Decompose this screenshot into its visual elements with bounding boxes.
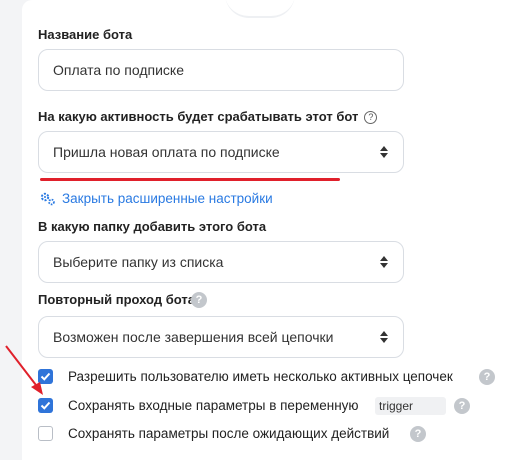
save-params-label: Сохранять входные параметры в переменную xyxy=(68,398,359,413)
bot-name-label: Название бота xyxy=(38,27,133,42)
activity-label-text: На какую активность будет срабатывать эт… xyxy=(38,109,359,124)
multiple-chains-label: Разрешить пользователю иметь несколько а… xyxy=(68,369,453,384)
red-underline-annotation xyxy=(40,178,340,181)
checkmark-icon xyxy=(40,401,51,410)
gears-icon xyxy=(40,192,55,205)
folder-select-placeholder: Выберите папку из списка xyxy=(53,254,224,270)
repeat-select[interactable]: Возможен после завершения всей цепочки xyxy=(38,316,404,358)
bot-name-input[interactable]: Оплата по подписке xyxy=(38,49,404,91)
select-arrows-icon xyxy=(379,256,389,268)
select-arrows-icon xyxy=(379,146,389,158)
help-icon[interactable]: ? xyxy=(454,398,470,414)
red-arrow-annotation xyxy=(5,345,43,395)
save-after-wait-checkbox[interactable] xyxy=(38,426,53,441)
repeat-label: Повторный проход бота xyxy=(38,292,195,307)
activity-label: На какую активность будет срабатывать эт… xyxy=(38,109,378,125)
help-icon[interactable]: ? xyxy=(191,292,207,308)
folder-label: В какую папку добавить этого бота xyxy=(38,219,267,234)
activity-select-value: Пришла новая оплата по подписке xyxy=(53,144,280,160)
close-advanced-settings-link[interactable]: Закрыть расширенные настройки xyxy=(40,191,273,206)
select-arrows-icon xyxy=(379,331,389,343)
help-icon[interactable]: ? xyxy=(479,369,495,385)
repeat-select-value: Возможен после завершения всей цепочки xyxy=(53,329,334,345)
activity-select[interactable]: Пришла новая оплата по подписке xyxy=(38,131,404,173)
save-params-checkbox[interactable] xyxy=(38,398,53,413)
folder-select[interactable]: Выберите папку из списка xyxy=(38,241,404,283)
help-icon[interactable]: ? xyxy=(364,111,378,125)
save-after-wait-label: Сохранять параметры после ожидающих дейс… xyxy=(68,426,390,441)
bot-name-value: Оплата по подписке xyxy=(53,62,185,78)
close-advanced-settings-text: Закрыть расширенные настройки xyxy=(62,191,273,206)
variable-name-input[interactable]: trigger xyxy=(375,397,446,415)
help-icon[interactable]: ? xyxy=(410,426,426,442)
